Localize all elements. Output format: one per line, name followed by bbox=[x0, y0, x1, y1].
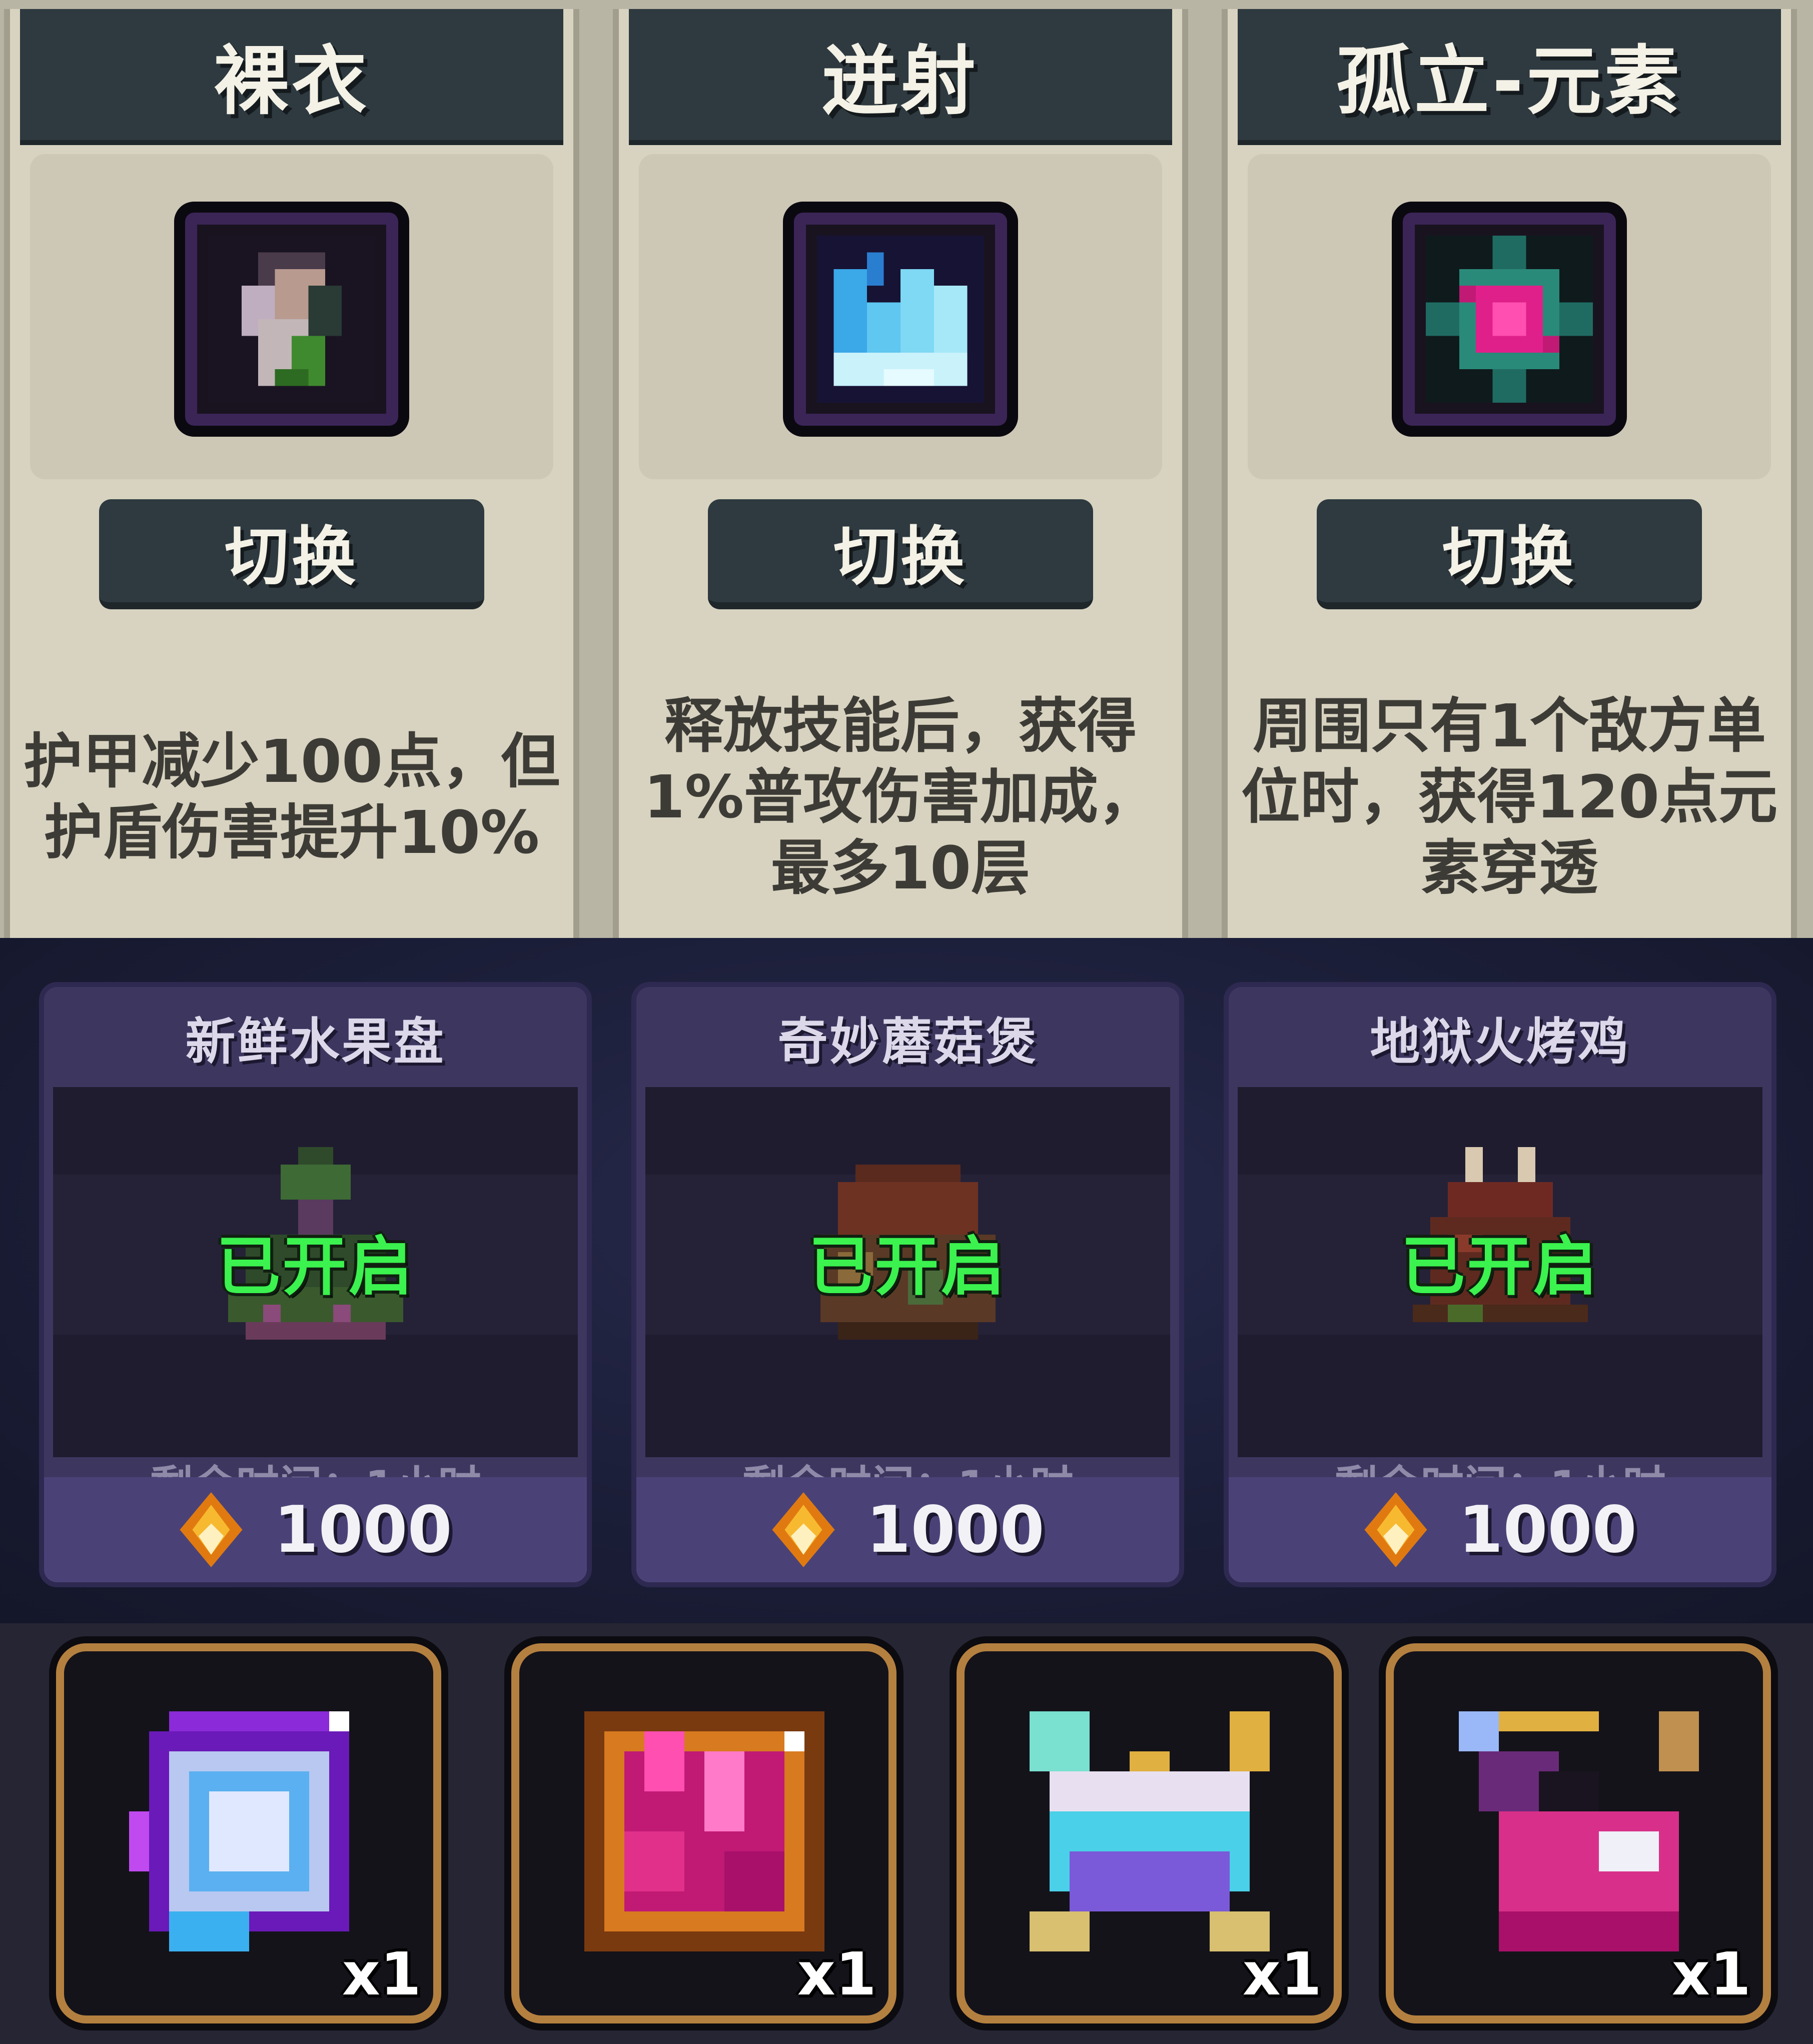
food-name: 奇妙蘑菇煲 bbox=[777, 1012, 1038, 1071]
blue-potion-chest-icon bbox=[1030, 1711, 1270, 1951]
item-slot[interactable]: x1 bbox=[957, 1643, 1342, 2023]
item-slot[interactable]: x1 bbox=[511, 1643, 896, 2023]
item-count: x1 bbox=[1242, 1939, 1322, 2008]
trait-description: 释放技能后，获得1%普攻伤害加成，最多10层 bbox=[643, 691, 1158, 902]
isolated-element-icon bbox=[1392, 202, 1627, 437]
food-price-bar[interactable]: 1000 bbox=[1229, 1477, 1771, 1582]
burst-icon bbox=[783, 202, 1018, 437]
trait-icon-panel bbox=[30, 154, 553, 479]
switch-button[interactable]: 切换 bbox=[99, 499, 484, 609]
food-card[interactable]: 新鲜水果盘 已开启 剩余时间：1小时 1000 bbox=[39, 982, 592, 1587]
pink-crystal-cluster-icon bbox=[584, 1711, 824, 1951]
trait-title-bar: 迸射 bbox=[629, 9, 1172, 145]
item-slot[interactable]: x1 bbox=[56, 1643, 441, 2023]
item-count: x1 bbox=[797, 1939, 876, 2008]
naked-robe-icon bbox=[174, 202, 409, 437]
food-name: 地狱火烤鸡 bbox=[1370, 1012, 1630, 1071]
food-section: 新鲜水果盘 已开启 剩余时间：1小时 1000 bbox=[0, 938, 1813, 1623]
trait-card: 迸射 切换 释放技能后，获得1%普攻伤害加成，最多10层 bbox=[613, 9, 1188, 938]
item-slot[interactable]: x1 bbox=[1386, 1643, 1771, 2023]
food-price-bar[interactable]: 1000 bbox=[44, 1477, 587, 1582]
food-status: 已开启 bbox=[1401, 1230, 1599, 1304]
trait-title: 迸射 bbox=[822, 38, 979, 125]
switch-button[interactable]: 切换 bbox=[708, 499, 1093, 609]
item-section: x1 x1 x1 x1 bbox=[0, 1623, 1813, 2044]
trait-icon-panel bbox=[639, 154, 1162, 479]
food-price: 1000 bbox=[1458, 1492, 1637, 1567]
pink-potion-chest-icon bbox=[1459, 1711, 1699, 1951]
switch-button[interactable]: 切换 bbox=[1317, 499, 1702, 609]
trait-icon-panel bbox=[1248, 154, 1771, 479]
food-stage: 已开启 bbox=[53, 1087, 578, 1457]
trait-title: 孤立-元素 bbox=[1336, 38, 1683, 125]
crystal-orb-icon bbox=[129, 1711, 349, 1951]
food-status: 已开启 bbox=[808, 1230, 1007, 1304]
trait-card: 裸衣 切换 护甲减少100点，但护盾伤害提升10% bbox=[4, 9, 579, 938]
food-price: 1000 bbox=[866, 1492, 1045, 1567]
flame-crystal-icon bbox=[772, 1492, 835, 1567]
trait-title-bar: 裸衣 bbox=[20, 9, 563, 145]
item-count: x1 bbox=[1671, 1939, 1751, 2008]
flame-crystal-icon bbox=[1364, 1492, 1427, 1567]
food-card[interactable]: 地狱火烤鸡 已开启 剩余时间：1小时 1000 bbox=[1224, 982, 1776, 1587]
food-price: 1000 bbox=[274, 1492, 452, 1567]
food-price-bar[interactable]: 1000 bbox=[636, 1477, 1179, 1582]
trait-title-bar: 孤立-元素 bbox=[1238, 9, 1781, 145]
food-stage: 已开启 bbox=[1238, 1087, 1762, 1457]
food-status: 已开启 bbox=[216, 1230, 415, 1304]
trait-title: 裸衣 bbox=[213, 38, 370, 125]
flame-crystal-icon bbox=[180, 1492, 243, 1567]
food-name: 新鲜水果盘 bbox=[185, 1012, 446, 1071]
trait-description: 周围只有1个敌方单位时，获得120点元素穿透 bbox=[1241, 691, 1778, 902]
trait-description: 护甲减少100点，但护盾伤害提升10% bbox=[23, 727, 560, 867]
trait-section: 裸衣 切换 护甲减少100点，但护盾伤害提升10% 迸射 切换 释放技能后，获得… bbox=[0, 0, 1813, 938]
trait-card: 孤立-元素 切换 周围只有1个敌方单位时，获得120点元素穿透 bbox=[1222, 9, 1797, 938]
food-card[interactable]: 奇妙蘑菇煲 已开启 剩余时间：1小时 1000 bbox=[631, 982, 1184, 1587]
item-count: x1 bbox=[342, 1939, 421, 2008]
food-stage: 已开启 bbox=[645, 1087, 1170, 1457]
